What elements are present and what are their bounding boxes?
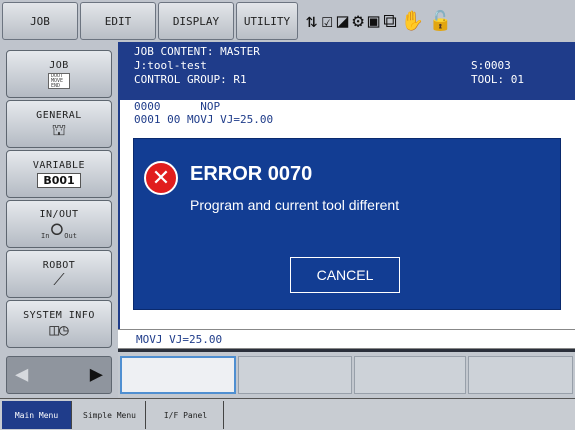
security-icon: 🔓: [428, 9, 453, 32]
variable-button-label: VARIABLE: [32, 160, 86, 171]
servo-icon: ▣: [367, 9, 380, 32]
job-content-header: JOB CONTENT: MASTER J:tool-test S:0003 C…: [120, 42, 575, 100]
simple-menu-tab[interactable]: Simple Menu: [74, 401, 146, 429]
general-button-label: GENERAL: [36, 109, 82, 121]
menu-tab-utility[interactable]: UTILITY: [236, 2, 298, 40]
error-icon: ✕: [144, 161, 178, 195]
inout-button[interactable]: IN/OUT In ⭘ Out: [6, 200, 112, 248]
message-cell[interactable]: [468, 356, 573, 394]
job-name: J:tool-test: [134, 59, 207, 72]
message-cell[interactable]: [354, 356, 466, 394]
system-info-icon: ◫◷: [49, 319, 69, 339]
variable-value: B001: [37, 173, 81, 188]
tool-number: TOOL: 01: [471, 73, 524, 86]
mode-icon: ☑: [321, 9, 333, 32]
menu-tab-job[interactable]: JOB: [2, 2, 78, 40]
error-message: Program and current tool different: [190, 197, 400, 213]
job-document-icon: DOUT MOVE END: [48, 72, 70, 89]
left-function-panel: JOB DOUT MOVE END GENERAL ⛫ VARIABLE B00…: [0, 42, 118, 398]
inout-in-label: In: [41, 231, 50, 240]
cycle-icon: ◪: [336, 9, 349, 32]
menu-tab-display[interactable]: DISPLAY: [158, 2, 234, 40]
job-content-title: JOB CONTENT: MASTER: [134, 45, 260, 58]
inout-icon: In ⭘ Out: [41, 220, 77, 240]
input-line[interactable]: MOVJ VJ=25.00: [118, 329, 575, 349]
message-cell[interactable]: [238, 356, 352, 394]
toolbox-icon: ⛫: [51, 119, 67, 139]
variable-button[interactable]: VARIABLE B001: [6, 150, 112, 198]
coordinate-icon: ⇅: [306, 9, 318, 32]
job-line[interactable]: 0000 NOP: [134, 100, 273, 113]
step-number: S:0003: [471, 59, 511, 72]
robot-button[interactable]: ROBOT ⟋: [6, 250, 112, 298]
cancel-button[interactable]: CANCEL: [290, 257, 400, 293]
menu-tab-edit[interactable]: EDIT: [80, 2, 156, 40]
run-status-icon: ⚙: [352, 9, 364, 32]
next-arrow-icon[interactable]: ▶: [90, 364, 103, 386]
page-navigation: ◀ ▶: [6, 356, 112, 394]
error-dialog: ✕ ERROR 0070 Program and current tool di…: [133, 138, 561, 310]
if-panel-tab[interactable]: I/F Panel: [148, 401, 224, 429]
pause-icon: ⧉: [383, 9, 397, 32]
status-icons: ⇅ ☑ ◪ ⚙ ▣ ⧉ ✋ 🔓: [300, 2, 570, 40]
system-info-button[interactable]: SYSTEM INFO ◫◷: [6, 300, 112, 348]
job-lines[interactable]: 0000 NOP 0001 00 MOVJ VJ=25.00: [134, 100, 273, 126]
job-doc-line: END: [51, 82, 61, 89]
control-group: CONTROL GROUP: R1: [134, 73, 247, 86]
message-cell[interactable]: [120, 356, 236, 394]
top-menu-bar: JOB EDIT DISPLAY UTILITY ⇅ ☑ ◪ ⚙ ▣ ⧉ ✋ 🔓: [0, 0, 575, 42]
bottom-bar: Main Menu Simple Menu I/F Panel: [0, 398, 575, 430]
job-line[interactable]: 0001 00 MOVJ VJ=25.00: [134, 113, 273, 126]
inout-out-label: Out: [64, 231, 77, 240]
job-button[interactable]: JOB DOUT MOVE END: [6, 50, 112, 98]
inout-button-label: IN/OUT: [39, 208, 79, 220]
message-area: [118, 352, 575, 398]
system-info-button-label: SYSTEM INFO: [23, 309, 95, 321]
prev-arrow-icon[interactable]: ◀: [15, 364, 28, 386]
plug-icon: ⭘: [50, 219, 64, 239]
error-title: ERROR 0070: [190, 163, 313, 185]
main-menu-tab[interactable]: Main Menu: [2, 401, 72, 429]
general-button[interactable]: GENERAL ⛫: [6, 100, 112, 148]
job-button-label: JOB: [49, 59, 69, 71]
hand-icon: ✋: [400, 9, 425, 32]
robot-arm-icon: ⟋: [53, 269, 65, 289]
robot-button-label: ROBOT: [42, 259, 76, 271]
